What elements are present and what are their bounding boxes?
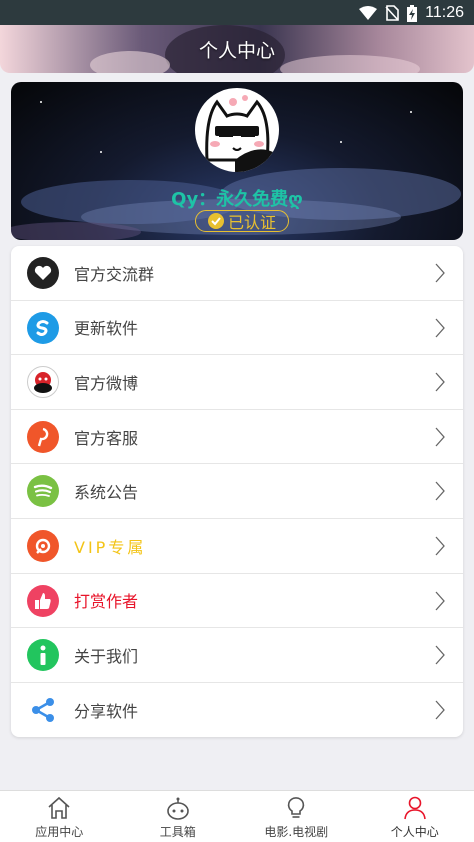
heart-icon — [27, 257, 59, 289]
robot-icon — [166, 797, 189, 820]
menu-item-system-announcement[interactable]: 系统公告 — [11, 464, 463, 519]
chevron-right-icon — [435, 263, 445, 283]
thumbs-up-icon — [27, 584, 59, 617]
status-icons: 11:26 — [359, 2, 464, 24]
tab-label: 应用中心 — [35, 825, 84, 839]
chevron-right-icon — [435, 645, 445, 665]
cool-cat-avatar-icon — [205, 95, 273, 172]
menu-label: 官方交流群 — [74, 264, 155, 284]
profile-card: Qy：永久免费ღ 已认证 — [11, 82, 463, 240]
announcement-icon — [27, 475, 59, 508]
menu-list: 官方交流群 更新软件 官方微博 官方客服 系统公告 VIP专属 打赏作者 关于我… — [11, 246, 463, 737]
menu-item-customer-service[interactable]: 官方客服 — [11, 410, 463, 465]
menu-label: 官方微博 — [74, 373, 139, 393]
menu-label: 分享软件 — [74, 702, 139, 722]
tab-movies-tv[interactable]: 电影.电视剧 — [237, 791, 356, 842]
tab-label: 工具箱 — [159, 825, 196, 839]
bulb-icon — [288, 797, 305, 818]
refresh-s-icon — [27, 311, 59, 344]
menu-label: 关于我们 — [74, 646, 139, 666]
menu-item-community-group[interactable]: 官方交流群 — [11, 246, 463, 301]
bottom-tab-bar: 应用中心 工具箱 电影.电视剧 个人中心 — [0, 790, 474, 842]
menu-item-share-software[interactable]: 分享软件 — [11, 683, 463, 737]
info-icon — [27, 639, 59, 672]
status-bar: 11:26 — [0, 0, 474, 25]
tab-profile[interactable]: 个人中心 — [356, 791, 474, 842]
person-icon — [403, 796, 426, 820]
vip-icon — [27, 529, 59, 562]
chevron-right-icon — [435, 536, 445, 556]
service-p-icon — [27, 420, 59, 453]
tab-toolbox[interactable]: 工具箱 — [119, 791, 238, 842]
chevron-right-icon — [435, 591, 445, 610]
home-icon — [48, 796, 70, 819]
tab-label: 个人中心 — [390, 825, 439, 839]
verified-label: 已认证 — [227, 213, 276, 232]
chevron-right-icon — [435, 427, 445, 447]
page-title: 个人中心 — [198, 40, 275, 62]
menu-label: 更新软件 — [74, 319, 139, 339]
verified-badge: 已认证 — [195, 210, 289, 232]
check-icon — [207, 213, 224, 229]
battery-charging-icon — [407, 4, 418, 22]
menu-label: 官方客服 — [74, 428, 139, 448]
no-sim-icon — [385, 5, 399, 21]
weibo-avatar-icon — [27, 366, 59, 399]
tab-label: 电影.电视剧 — [264, 825, 329, 839]
wifi-icon — [359, 6, 378, 20]
status-time: 11:26 — [425, 4, 464, 21]
menu-label: 系统公告 — [74, 483, 139, 503]
menu-item-update-software[interactable]: 更新软件 — [11, 301, 463, 356]
user-name: Qy：永久免费ღ — [171, 189, 303, 210]
user-avatar[interactable] — [195, 88, 279, 172]
menu-item-vip-exclusive[interactable]: VIP专属 — [11, 519, 463, 574]
chevron-right-icon — [435, 372, 445, 392]
tab-app-center[interactable]: 应用中心 — [0, 791, 119, 842]
menu-item-about-us[interactable]: 关于我们 — [11, 628, 463, 683]
chevron-right-icon — [435, 481, 445, 501]
menu-item-official-weibo[interactable]: 官方微博 — [11, 355, 463, 410]
chevron-right-icon — [435, 700, 445, 720]
menu-item-tip-author[interactable]: 打赏作者 — [11, 574, 463, 629]
share-icon — [27, 694, 59, 726]
menu-label: VIP专属 — [74, 537, 147, 557]
menu-label: 打赏作者 — [74, 592, 139, 612]
chevron-right-icon — [435, 318, 445, 338]
page-header: 个人中心 — [0, 25, 474, 73]
